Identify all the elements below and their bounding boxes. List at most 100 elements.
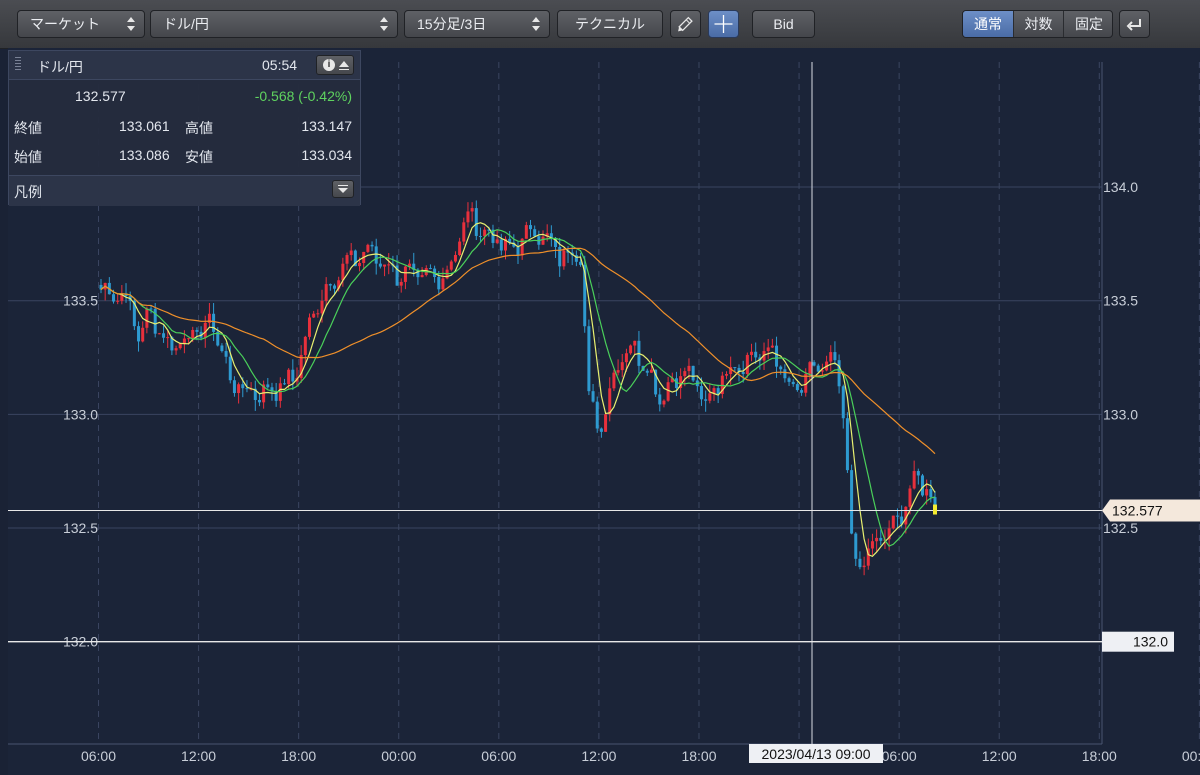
candle-body [591, 391, 595, 402]
candle-body [374, 246, 378, 264]
candle-body [116, 300, 120, 302]
candle-body [266, 384, 270, 388]
candle-body [282, 383, 286, 385]
candle-body [320, 300, 324, 314]
candle-body [687, 365, 691, 372]
candle-body [341, 263, 345, 281]
info-symbol: ドル/円 [37, 59, 83, 75]
candle-body [662, 400, 666, 405]
candle-body [691, 365, 695, 381]
candle-body [879, 537, 883, 541]
candle-body [166, 337, 170, 339]
symbol-select[interactable]: ドル/円 [150, 10, 398, 38]
candle-body [149, 308, 153, 310]
candle-body [808, 362, 812, 374]
drag-handle-icon[interactable] [15, 57, 21, 71]
candle-body [228, 356, 232, 381]
pencil-icon [678, 16, 693, 32]
candle-body [462, 222, 466, 242]
x-tick-label: 18:00 [681, 748, 716, 764]
candle-body [750, 351, 754, 355]
bid-button[interactable]: Bid [752, 10, 815, 38]
candle-body [862, 565, 866, 568]
triangle-up-icon [339, 61, 349, 70]
candle-body [312, 313, 316, 318]
market-select-label: マーケット [30, 16, 100, 32]
candle-body [816, 365, 820, 372]
candle-body [257, 399, 261, 403]
info-panel-header[interactable]: ドル/円 05:54 i [9, 51, 360, 80]
info-toggle-button[interactable]: i [316, 55, 354, 75]
candle-body [466, 211, 470, 223]
candle-body [850, 470, 854, 534]
market-select[interactable]: マーケット [17, 10, 145, 38]
candle-body [533, 229, 537, 237]
candle-body [925, 489, 929, 496]
candle-body [783, 369, 787, 379]
x-tick-label: 06:00 [481, 748, 516, 764]
horizontal-line-label: 132.0 [1133, 634, 1168, 650]
candle-body [791, 381, 795, 385]
legend-row[interactable]: 凡例 [9, 175, 360, 206]
candle-body [441, 278, 445, 290]
select-arrows-icon [380, 16, 389, 32]
candle-body [920, 475, 924, 496]
y-tick-label-right: 132.5 [1103, 520, 1138, 536]
scale-normal-button[interactable]: 通常 [963, 11, 1013, 37]
candle-body [587, 326, 591, 392]
y-tick-label-left: 133.0 [63, 406, 98, 422]
crosshair-time-label: 2023/04/13 09:00 [762, 746, 871, 762]
triangle-down-icon[interactable] [332, 180, 354, 198]
candle-body [891, 515, 895, 529]
candle-body [474, 208, 478, 236]
open-label: 始値 [14, 149, 42, 165]
candle-body [420, 275, 424, 278]
candle-body [316, 313, 320, 315]
candle-body [137, 326, 141, 342]
candle-body [237, 384, 241, 394]
x-tick-label: 00:00 [381, 748, 416, 764]
technical-button[interactable]: テクニカル [557, 10, 663, 38]
candle-body [645, 370, 649, 373]
x-tick-label: 18:00 [1082, 748, 1117, 764]
period-select[interactable]: 15分足/3日 [404, 10, 550, 38]
candle-body [358, 262, 362, 267]
candle-body [378, 263, 382, 267]
candle-body [683, 371, 687, 377]
candle-body [478, 235, 482, 237]
candle-body [399, 281, 403, 286]
info-change: -0.568 (-0.42%) [254, 88, 352, 104]
y-tick-label-right: 133.5 [1103, 293, 1138, 309]
candle-body [112, 294, 116, 302]
candle-body [324, 284, 328, 301]
info-price: 132.577 [75, 88, 126, 104]
close-label: 終値 [14, 120, 42, 136]
high-label: 高値 [185, 120, 213, 136]
candle-body [291, 369, 295, 382]
info-time: 05:54 [262, 57, 298, 73]
candle-body [387, 264, 391, 266]
technical-button-label: テクニカル [575, 16, 645, 32]
draw-tool-button[interactable] [670, 10, 701, 38]
candle-body [145, 308, 149, 328]
return-icon [1126, 19, 1141, 31]
return-button[interactable] [1119, 10, 1150, 38]
scale-log-button[interactable]: 対数 [1013, 11, 1063, 37]
crosshair-icon [714, 15, 733, 33]
select-arrows-icon [127, 16, 136, 32]
candle-body [766, 347, 770, 352]
candle-body [195, 329, 199, 332]
y-tick-label-right: 133.0 [1103, 406, 1138, 422]
candle-body [212, 313, 216, 332]
period-select-label: 15分足/3日 [417, 16, 487, 32]
candle-body [495, 239, 499, 243]
candle-body [870, 541, 874, 549]
candle-body [708, 393, 712, 401]
candle-body [624, 353, 628, 363]
candle-body [458, 241, 462, 256]
candle-body [666, 382, 670, 401]
info-panel: ドル/円 05:54 i 132.577 -0.568 (-0.42%) 終値 … [8, 50, 361, 206]
scale-fixed-button[interactable]: 固定 [1063, 11, 1112, 37]
candle-body [633, 340, 637, 346]
crosshair-button[interactable] [708, 10, 739, 38]
